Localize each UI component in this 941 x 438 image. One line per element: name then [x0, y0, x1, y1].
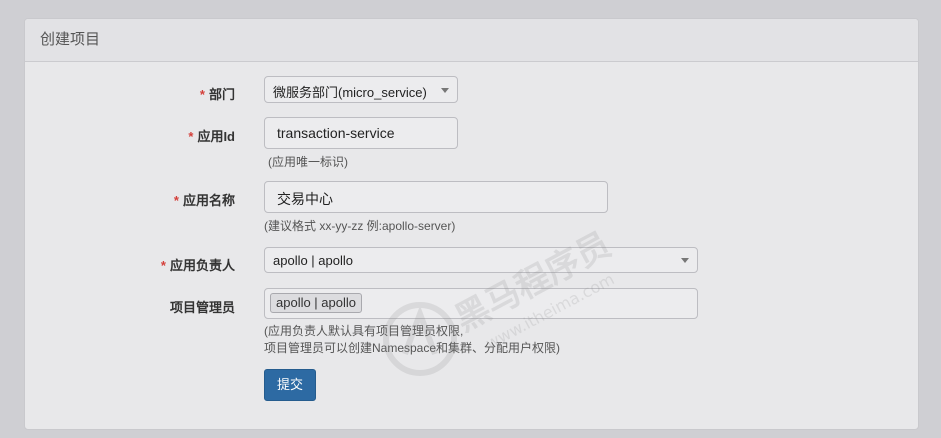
owner-label: * 应用负责人 — [160, 258, 235, 273]
app-name-label: * 应用名称 — [173, 193, 235, 208]
app-id-label: * 应用Id — [188, 129, 235, 144]
admins-help-line1: (应用负责人默认具有项目管理员权限, — [264, 324, 464, 338]
owner-select[interactable]: apollo | apollo — [264, 247, 698, 273]
admin-tag[interactable]: apollo | apollo — [270, 293, 362, 313]
required-mark: * — [199, 87, 205, 102]
department-select-value: 微服务部门(micro_service) — [273, 85, 427, 100]
chevron-down-icon — [441, 87, 449, 93]
app-id-input[interactable]: transaction-service — [264, 117, 458, 149]
submit-button[interactable]: 提交 — [264, 369, 316, 401]
app-name-input-value: 交易中心 — [277, 191, 333, 207]
admins-label: 项目管理员 — [169, 300, 235, 315]
create-project-panel: 创建项目 * 部门 微服务部门(micro_service) * 应用Id tran… — [24, 18, 919, 430]
department-label: * 部门 — [199, 87, 235, 102]
app-name-input[interactable]: 交易中心 — [264, 181, 608, 213]
app-id-help: (应用唯一标识) — [268, 155, 348, 169]
chevron-down-icon — [681, 258, 689, 263]
admins-help-line2: 项目管理员可以创建Namespace和集群、分配用户权限) — [264, 341, 561, 355]
admins-multiselect[interactable]: apollo | apollo — [264, 288, 698, 319]
owner-select-value: apollo | apollo — [273, 253, 353, 268]
watermark-text: 黑马程序员 — [449, 229, 618, 340]
app-name-help: (建议格式 xx-yy-zz 例:apollo-server) — [264, 219, 456, 233]
panel-title: 创建项目 — [25, 19, 918, 62]
department-select[interactable]: 微服务部门(micro_service) — [264, 76, 458, 103]
app-id-input-value: transaction-service — [277, 125, 395, 141]
